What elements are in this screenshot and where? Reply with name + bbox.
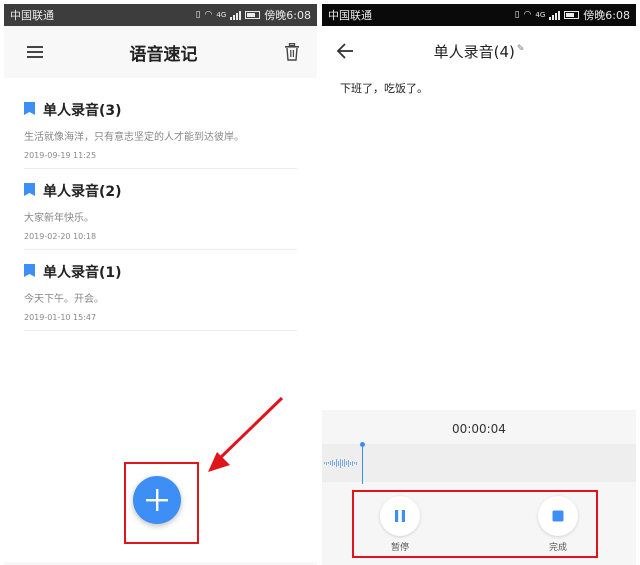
carrier-label: 中国联通 — [328, 9, 372, 22]
vibrate-icon: ▯ — [514, 10, 520, 20]
transcript-text[interactable]: 下班了，吃饭了。 — [322, 76, 636, 100]
signal-icon — [549, 10, 561, 20]
page-title: 语音速记 — [129, 44, 198, 65]
highlight-box-fab — [124, 462, 199, 544]
vibrate-icon: ▯ — [195, 10, 201, 20]
note-preview: 今天下午。开会。 — [24, 294, 104, 305]
highlight-box-controls — [352, 490, 598, 558]
note-item[interactable]: 单人录音(1) 今天下午。开会。 2019-01-10 15:47 — [24, 250, 297, 331]
trash-icon[interactable] — [281, 41, 303, 63]
note-date: 2019-09-19 11:25 — [24, 151, 97, 160]
status-icons: ▯ ◠ 4G 傍晚6:08 — [196, 7, 311, 23]
signal-type-label: 4G — [216, 11, 227, 19]
edit-icon[interactable]: ✎ — [517, 44, 525, 54]
battery-icon — [245, 11, 261, 19]
note-preview: 大家新年快乐。 — [24, 213, 94, 224]
note-item[interactable]: 单人录音(3) 生活就像海洋，只有意志坚定的人才能到达彼岸。 2019-09-1… — [24, 88, 297, 169]
waveform[interactable] — [322, 442, 636, 484]
recording-timer: 00:00:04 — [452, 422, 506, 436]
status-icons: ▯ ◠ 4G 傍晚6:08 — [515, 7, 630, 23]
note-title: 单人录音(1) — [43, 265, 122, 281]
note-item[interactable]: 单人录音(2) 大家新年快乐。 2019-02-20 10:18 — [24, 169, 297, 250]
carrier-label: 中国联通 — [10, 9, 54, 22]
right-phone-screen: 中国联通 ▯ ◠ 4G 傍晚6:08 单人录音(4) ✎ 下班了，吃饭了。 00:… — [322, 4, 636, 565]
recording-header: 单人录音(4) ✎ — [322, 26, 636, 76]
playhead-cursor[interactable] — [360, 442, 365, 484]
status-bar: 中国联通 ▯ ◠ 4G 傍晚6:08 — [4, 4, 317, 26]
note-title: 单人录音(3) — [43, 103, 122, 119]
battery-icon — [564, 11, 580, 19]
note-icon — [24, 263, 35, 281]
wifi-icon: ◠ — [204, 10, 213, 20]
wifi-icon: ◠ — [523, 10, 532, 20]
recording-title: 单人录音(4) ✎ — [322, 41, 636, 62]
signal-type-label: 4G — [535, 11, 546, 19]
waveform-bars — [324, 458, 357, 468]
note-title: 单人录音(2) — [43, 184, 122, 200]
recording-title-text: 单人录音(4) — [433, 42, 515, 61]
note-icon — [24, 101, 35, 119]
annotation-arrow-icon — [208, 396, 284, 472]
arrow-left-icon[interactable] — [334, 40, 356, 62]
note-preview: 生活就像海洋，只有意志坚定的人才能到达彼岸。 — [24, 132, 244, 143]
clock-label: 傍晚6:08 — [264, 9, 311, 22]
app-header: 语音速记 — [4, 26, 317, 78]
menu-icon[interactable] — [24, 41, 46, 63]
note-date: 2019-01-10 15:47 — [24, 313, 97, 322]
note-date: 2019-02-20 10:18 — [24, 232, 97, 241]
note-icon — [24, 182, 35, 200]
signal-icon — [230, 10, 242, 20]
clock-label: 傍晚6:08 — [583, 9, 630, 22]
status-bar: 中国联通 ▯ ◠ 4G 傍晚6:08 — [322, 4, 636, 26]
